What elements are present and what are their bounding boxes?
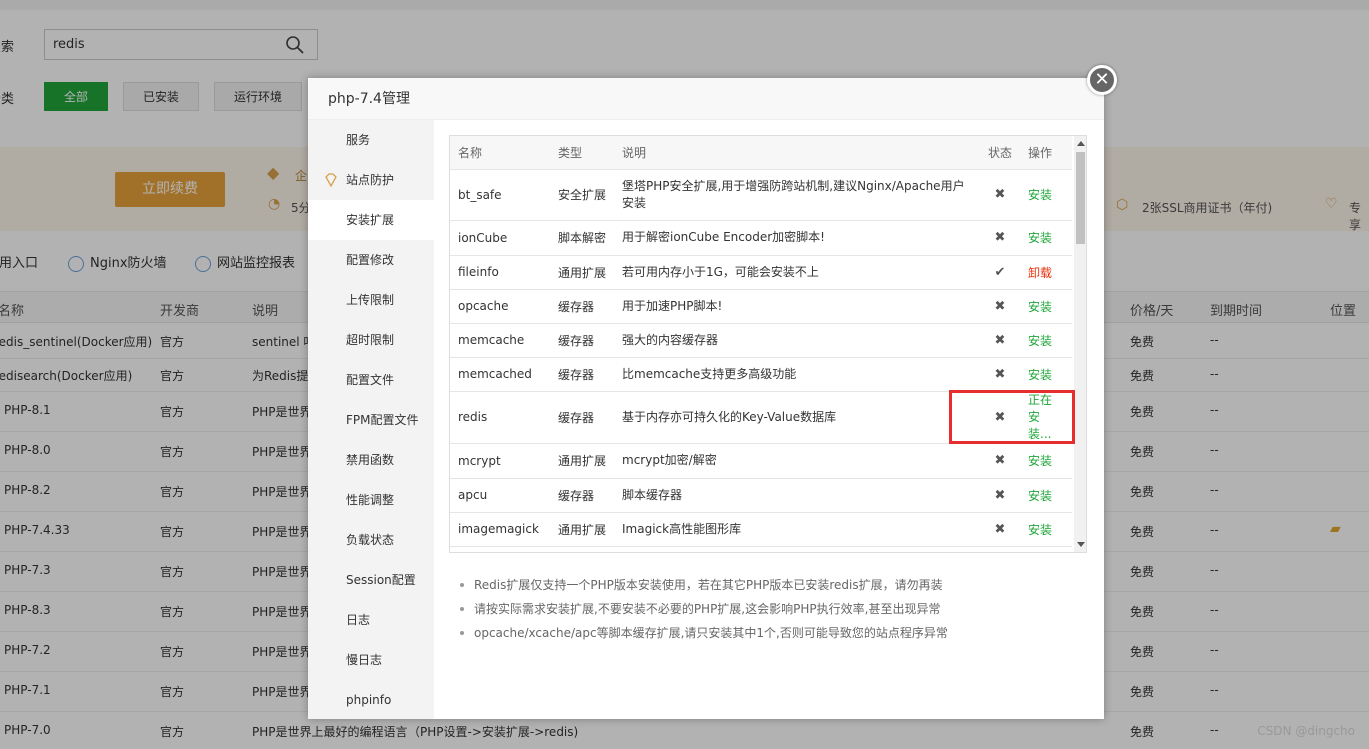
table-row: opcache 缓存器 用于加速PHP脚本! ✖ 安装 <box>450 289 1072 324</box>
modal-sidebar: 服务 站点防护 安装扩展 配置修改 上传限制 超时限制 配置文件 FPM配置文件… <box>308 120 434 719</box>
ext-desc: Imagick高性能图形库 <box>614 512 980 547</box>
ext-name: memcached <box>450 357 550 392</box>
tip-item: opcache/xcache/apc等脚本缓存扩展,请只安装其中1个,否则可能导… <box>458 621 1088 645</box>
sidebar-item-performance[interactable]: 性能调整 <box>308 480 434 520</box>
install-button[interactable]: 安装 <box>1028 188 1052 202</box>
ext-type: 缓存器 <box>550 357 614 392</box>
table-header-row: 名称 类型 说明 状态 操作 <box>450 136 1072 170</box>
ext-name: bt_safe <box>450 169 550 221</box>
table-row: apcu 缓存器 脚本缓存器 ✖ 安装 <box>450 478 1072 513</box>
scroll-thumb[interactable] <box>1076 152 1085 244</box>
table-row: ionCube 脚本解密 用于解密ionCube Encoder加密脚本! ✖ … <box>450 220 1072 256</box>
ext-name: mcrypt <box>450 443 550 479</box>
ext-type: 通用扩展 <box>550 443 614 479</box>
status-not-installed-icon: ✖ <box>980 169 1020 221</box>
status-not-installed-icon: ✖ <box>980 443 1020 479</box>
col-status: 状态 <box>980 136 1020 170</box>
sidebar-item-fpm-config[interactable]: FPM配置文件 <box>308 400 434 440</box>
install-button[interactable]: 安装 <box>1028 368 1052 382</box>
ext-name: redis <box>450 391 550 444</box>
install-button[interactable]: 安装 <box>1028 489 1052 503</box>
ext-type: 通用扩展 <box>550 512 614 547</box>
status-not-installed-icon: ✖ <box>980 289 1020 324</box>
sidebar-item-service[interactable]: 服务 <box>308 120 434 160</box>
ext-desc: 用于解密ionCube Encoder加密脚本! <box>614 220 980 256</box>
tip-item: 请按实际需求安装扩展,不要安装不必要的PHP扩展,这会影响PHP执行效率,甚至出… <box>458 597 1088 621</box>
uninstall-button[interactable]: 卸载 <box>1028 266 1052 280</box>
ext-type: 缓存器 <box>550 391 614 444</box>
install-button[interactable]: 安装 <box>1028 523 1052 537</box>
ext-desc: 比memcache支持更多高级功能 <box>614 357 980 392</box>
install-button[interactable]: 安装 <box>1028 454 1052 468</box>
diamond-icon <box>325 173 337 187</box>
red-highlight-box <box>949 390 1075 444</box>
close-icon[interactable]: ✕ <box>1087 65 1117 95</box>
ext-type: 安全扩展 <box>550 169 614 221</box>
ext-desc: 基于内存亦可持久化的Key-Value数据库 <box>614 391 980 444</box>
ext-name: fileinfo <box>450 255 550 290</box>
sidebar-item-label: 站点防护 <box>346 173 395 187</box>
table-row: bt_safe 安全扩展 堡塔PHP安全扩展,用于增强防跨站机制,建议Nginx… <box>450 169 1072 221</box>
status-not-installed-icon: ✖ <box>980 220 1020 256</box>
sidebar-item-phpinfo[interactable]: phpinfo <box>308 680 434 720</box>
status-not-installed-icon: ✖ <box>980 478 1020 513</box>
ext-name: memcache <box>450 323 550 358</box>
table-row: fileinfo 通用扩展 若可用内存小于1G，可能会安装不上 ✔ 卸载 <box>450 255 1072 290</box>
status-not-installed-icon: ✖ <box>980 357 1020 392</box>
ext-desc: mcrypt加密/解密 <box>614 443 980 479</box>
ext-desc: 脚本缓存器 <box>614 478 980 513</box>
table-scrollbar[interactable] <box>1074 136 1086 552</box>
table-row: mcrypt 通用扩展 mcrypt加密/解密 ✖ 安装 <box>450 443 1072 479</box>
install-button[interactable]: 安装 <box>1028 231 1052 245</box>
sidebar-item-config-file[interactable]: 配置文件 <box>308 360 434 400</box>
ext-name: apcu <box>450 478 550 513</box>
sidebar-item-config-edit[interactable]: 配置修改 <box>308 240 434 280</box>
modal-title: php-7.4管理 <box>308 78 1104 120</box>
install-button[interactable]: 安装 <box>1028 334 1052 348</box>
sidebar-item-site-protect[interactable]: 站点防护 <box>308 160 434 200</box>
ext-type: 缓存器 <box>550 323 614 358</box>
table-row: memcache 缓存器 强大的内容缓存器 ✖ 安装 <box>450 323 1072 358</box>
ext-desc: 若可用内存小于1G，可能会安装不上 <box>614 255 980 290</box>
watermark: CSDN @dingcho <box>1257 724 1355 738</box>
table-row: memcached 缓存器 比memcache支持更多高级功能 ✖ 安装 <box>450 357 1072 392</box>
sidebar-item-load-status[interactable]: 负载状态 <box>308 520 434 560</box>
ext-desc: 强大的内容缓存器 <box>614 323 980 358</box>
ext-type: 缓存器 <box>550 478 614 513</box>
scroll-down-arrow-icon[interactable] <box>1077 542 1085 547</box>
ext-type: 通用扩展 <box>550 255 614 290</box>
status-not-installed-icon: ✖ <box>980 323 1020 358</box>
sidebar-item-install-ext[interactable]: 安装扩展 <box>308 200 434 240</box>
sidebar-item-timeout-limit[interactable]: 超时限制 <box>308 320 434 360</box>
install-button[interactable]: 安装 <box>1028 300 1052 314</box>
sidebar-item-log[interactable]: 日志 <box>308 600 434 640</box>
scroll-up-arrow-icon[interactable] <box>1077 141 1085 146</box>
ext-name: imagemagick <box>450 512 550 547</box>
col-desc: 说明 <box>614 136 980 170</box>
extension-table-wrapper: 名称 类型 说明 状态 操作 bt_safe 安全扩展 堡塔PHP安全扩展,用于… <box>449 135 1087 553</box>
ext-type: 脚本解密 <box>550 220 614 256</box>
ext-name: ionCube <box>450 220 550 256</box>
ext-desc: 堡塔PHP安全扩展,用于增强防跨站机制,建议Nginx/Apache用户安装 <box>614 169 980 221</box>
sidebar-item-session[interactable]: Session配置 <box>308 560 434 600</box>
sidebar-item-upload-limit[interactable]: 上传限制 <box>308 280 434 320</box>
ext-type: 缓存器 <box>550 289 614 324</box>
ext-desc: 用于加速PHP脚本! <box>614 289 980 324</box>
tips-list: Redis扩展仅支持一个PHP版本安装使用，若在其它PHP版本已安装redis扩… <box>458 573 1088 645</box>
sidebar-item-disabled-functions[interactable]: 禁用函数 <box>308 440 434 480</box>
extension-table: 名称 类型 说明 状态 操作 bt_safe 安全扩展 堡塔PHP安全扩展,用于… <box>450 136 1072 547</box>
col-type: 类型 <box>550 136 614 170</box>
ext-name: opcache <box>450 289 550 324</box>
status-not-installed-icon: ✖ <box>980 512 1020 547</box>
col-operation: 操作 <box>1020 136 1072 170</box>
status-installed-icon: ✔ <box>980 255 1020 290</box>
tip-item: Redis扩展仅支持一个PHP版本安装使用，若在其它PHP版本已安装redis扩… <box>458 573 1088 597</box>
table-row: imagemagick 通用扩展 Imagick高性能图形库 ✖ 安装 <box>450 512 1072 547</box>
col-name: 名称 <box>450 136 550 170</box>
sidebar-item-slow-log[interactable]: 慢日志 <box>308 640 434 680</box>
